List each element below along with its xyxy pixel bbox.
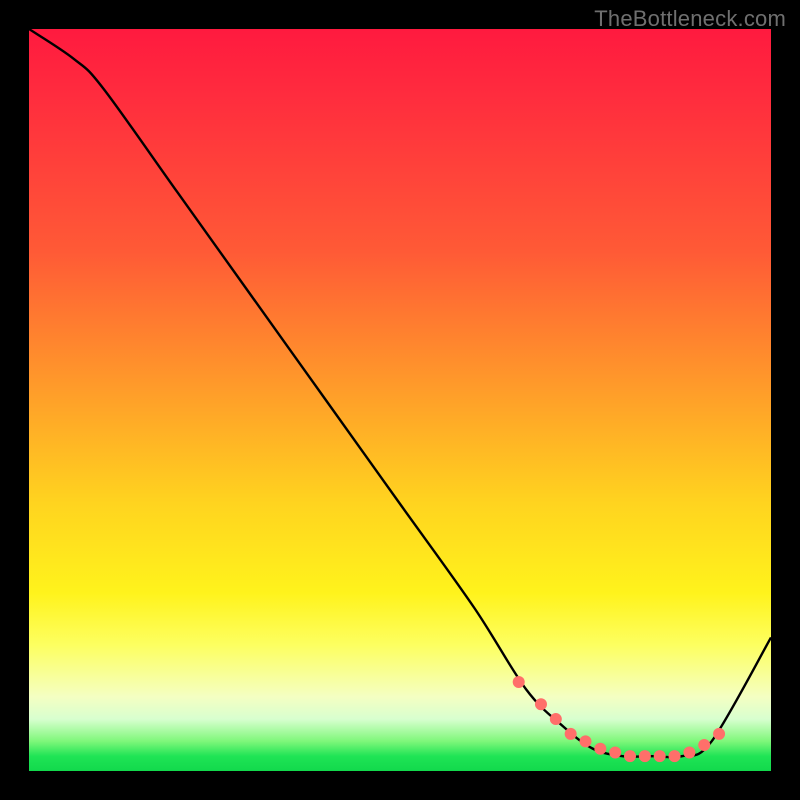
chart-frame: TheBottleneck.com <box>0 0 800 800</box>
marker-dot <box>639 750 651 762</box>
plot-area <box>29 29 771 771</box>
chart-svg <box>29 29 771 771</box>
marker-dot <box>580 735 592 747</box>
marker-dot <box>683 746 695 758</box>
marker-dot <box>624 750 636 762</box>
marker-dot <box>698 739 710 751</box>
marker-dot <box>513 676 525 688</box>
watermark-text: TheBottleneck.com <box>594 6 786 32</box>
marker-dot <box>609 746 621 758</box>
marker-layer <box>513 676 725 762</box>
marker-dot <box>550 713 562 725</box>
marker-dot <box>565 728 577 740</box>
marker-dot <box>669 750 681 762</box>
marker-dot <box>713 728 725 740</box>
marker-dot <box>594 743 606 755</box>
bottleneck-curve <box>29 29 771 757</box>
marker-dot <box>535 698 547 710</box>
curve-layer <box>29 29 771 757</box>
marker-dot <box>654 750 666 762</box>
